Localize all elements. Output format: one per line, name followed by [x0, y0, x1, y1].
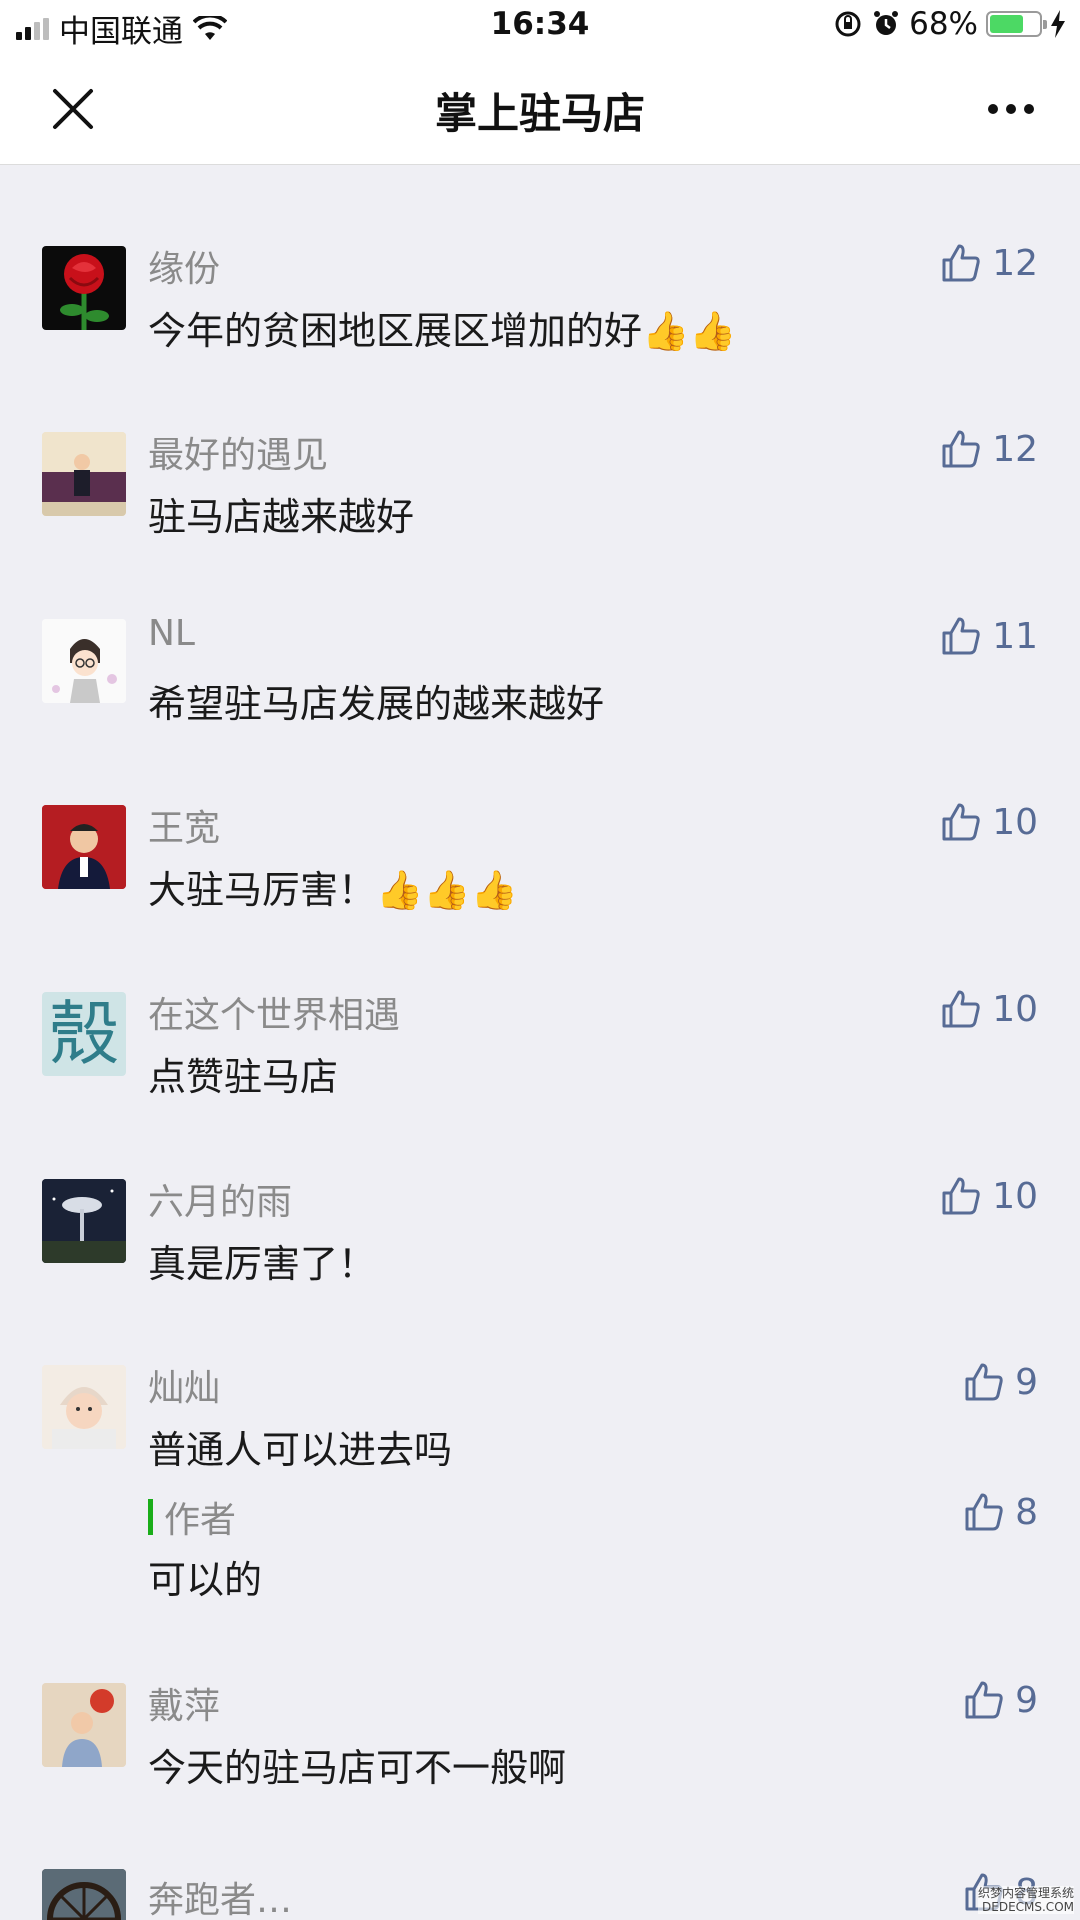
charging-icon — [1051, 10, 1065, 38]
comment-item: 最好的遇见 驻马店越来越好 12 — [0, 429, 1080, 552]
page-title: 掌上驻马店 — [434, 89, 645, 138]
comment-item: 戴萍 今天的驻马店可不一般啊 9 — [0, 1680, 1080, 1803]
comment-item: NL 希望驻马店发展的越来越好 11 — [0, 613, 1080, 739]
watermark-line1: 织梦内容管理系统 — [977, 1886, 1074, 1900]
thumbs-up-icon — [965, 1493, 1003, 1531]
thumbs-up-icon — [965, 1681, 1003, 1719]
more-icon[interactable] — [988, 104, 1034, 114]
orientation-lock-icon — [835, 11, 861, 37]
thumbs-up-icon — [942, 430, 980, 468]
like-button[interactable]: 10 — [940, 1175, 1038, 1217]
photo-image — [42, 805, 126, 889]
watermark: 织梦内容管理系统 DEDECMS.COM — [977, 1886, 1074, 1914]
like-button[interactable]: 11 — [940, 615, 1038, 657]
like-count: 9 — [1015, 1361, 1038, 1403]
thumbs-up-icon — [942, 990, 980, 1028]
alarm-icon — [874, 11, 899, 35]
avatar[interactable] — [42, 805, 126, 889]
avatar[interactable]: 殼 — [42, 992, 126, 1076]
like-button[interactable]: 10 — [940, 801, 1038, 843]
cartoon-image — [42, 619, 126, 703]
thumbs-up-icon — [942, 617, 980, 655]
comment-author: 戴萍 — [148, 1686, 221, 1727]
reply-like-button[interactable]: 8 — [963, 1491, 1038, 1533]
comment-author: 六月的雨 — [148, 1182, 293, 1223]
like-count: 8 — [1015, 1491, 1038, 1533]
avatar[interactable] — [42, 1179, 126, 1263]
comment-text: 今年的贫困地区展区增加的好👍👍 — [148, 309, 737, 353]
wheel-photo-image — [42, 1869, 126, 1920]
thumbs-up-icon — [942, 244, 980, 282]
thumbs-up-icon — [942, 1177, 980, 1215]
rose-image — [60, 254, 109, 330]
comment-author: 奔跑者… — [148, 1880, 293, 1920]
comment-item: 灿灿 普通人可以进去吗 9 作者 可以的 8 — [0, 1362, 1080, 1615]
photo-image — [42, 432, 126, 516]
reply-text: 可以的 — [148, 1558, 263, 1602]
battery-icon — [986, 11, 1047, 37]
comment-author: 最好的遇见 — [148, 435, 329, 476]
like-count: 11 — [992, 615, 1038, 657]
comment-item: 缘份 今年的贫困地区展区增加的好👍👍 12 — [0, 243, 1080, 366]
thumbs-up-icon — [965, 1363, 1003, 1401]
avatar[interactable] — [42, 1683, 126, 1767]
like-button[interactable]: 9 — [963, 1679, 1038, 1721]
reply-indicator — [148, 1499, 153, 1535]
avatar-character: 殼 — [49, 993, 119, 1075]
avatar[interactable] — [42, 1365, 126, 1449]
avatar[interactable] — [42, 432, 126, 516]
like-count: 10 — [992, 988, 1038, 1030]
like-button[interactable]: 9 — [963, 1361, 1038, 1403]
like-count: 12 — [992, 242, 1038, 284]
like-button[interactable]: 12 — [940, 428, 1038, 470]
thumbs-up-icon — [942, 803, 980, 841]
avatar[interactable] — [42, 246, 126, 330]
comment-item: 六月的雨 真是厉害了！ 10 — [0, 1176, 1080, 1299]
like-count: 9 — [1015, 1679, 1038, 1721]
baby-photo-image — [42, 1365, 126, 1449]
photo-image — [42, 1683, 126, 1767]
battery-percent: 68% — [909, 6, 978, 42]
comment-text: 真是厉害了！ — [148, 1242, 377, 1286]
comment-item: 奔跑者… 8 — [0, 1869, 1080, 1920]
nav-bar: 掌上驻马店 — [0, 54, 1080, 165]
like-count: 12 — [992, 428, 1038, 470]
comment-text: 大驻马厉害！👍👍👍 — [148, 868, 518, 912]
watermark-line2: DEDECMS.COM — [982, 1900, 1074, 1914]
like-count: 10 — [992, 801, 1038, 843]
comment-text: 今天的驻马店可不一般啊 — [148, 1746, 567, 1790]
like-button[interactable]: 10 — [940, 988, 1038, 1030]
comment-item: 殼 在这个世界相遇 点赞驻马店 10 — [0, 989, 1080, 1112]
status-right: 68% — [833, 6, 1066, 42]
like-count: 10 — [992, 1175, 1038, 1217]
comment-text: 点赞驻马店 — [148, 1055, 339, 1099]
comment-text: 普通人可以进去吗 — [148, 1428, 453, 1472]
reply-author-label: 作者 — [164, 1500, 237, 1541]
comment-item: 王宽 大驻马厉害！👍👍👍 10 — [0, 802, 1080, 925]
comment-text: 希望驻马店发展的越来越好 — [148, 682, 605, 726]
status-bar: 中国联通 16:34 68% — [0, 0, 1080, 54]
like-button[interactable]: 12 — [940, 242, 1038, 284]
comment-author: 缘份 — [148, 249, 221, 290]
comment-author: 在这个世界相遇 — [148, 995, 401, 1036]
comment-author: 灿灿 — [148, 1368, 221, 1409]
battery-fill — [990, 15, 1023, 33]
avatar[interactable] — [42, 1869, 126, 1920]
night-photo-image — [42, 1179, 126, 1263]
avatar[interactable] — [42, 619, 126, 703]
comment-author: 王宽 — [148, 808, 221, 849]
comment-text: 驻马店越来越好 — [148, 495, 415, 539]
comment-author: NL — [148, 613, 195, 654]
